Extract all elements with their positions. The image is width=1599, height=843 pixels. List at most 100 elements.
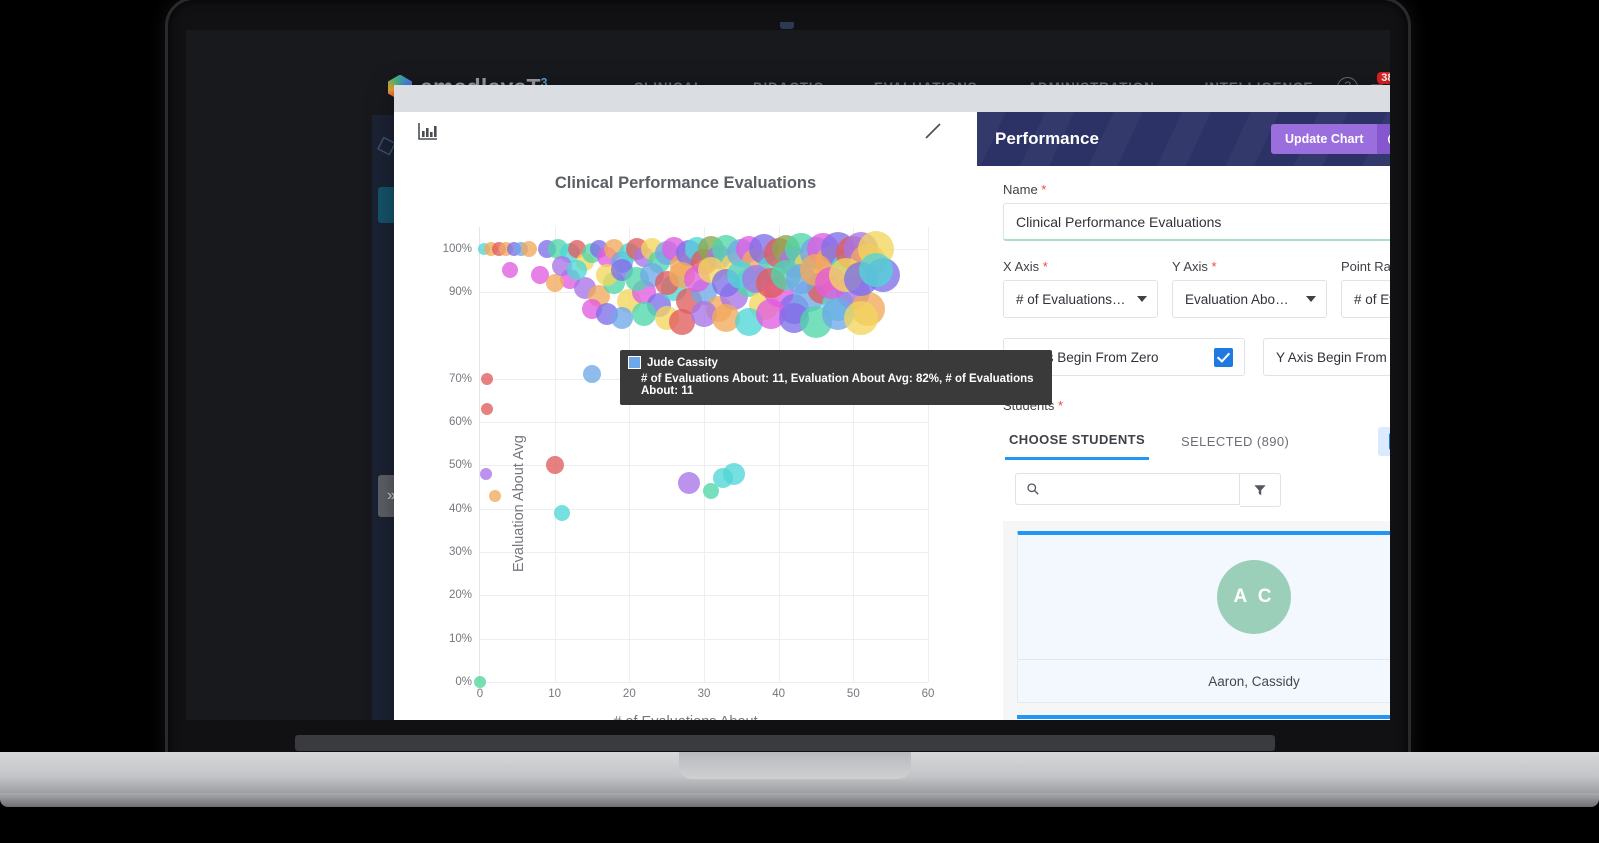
select-all-checkbox[interactable]: [1389, 433, 1390, 450]
tooltip-name: Jude Cassity: [647, 356, 718, 369]
modal-top-strip: [394, 85, 1390, 112]
x-axis-tick-label: 30: [697, 688, 711, 700]
axis-zero-row: X Axis Begin From Zero Y Axis Begin From…: [1003, 338, 1390, 376]
plot-grid: 0% 10% 20% 30% 40% 50% 60% 70% 90% 100% 0 10 20 30 40 5…: [443, 227, 934, 700]
tooltip-color-swatch: [628, 356, 641, 369]
chart-toolbar: [394, 112, 977, 154]
required-marker: *: [1037, 182, 1047, 197]
x-axis-select[interactable]: # of Evaluations…: [1003, 280, 1158, 318]
y-axis-select[interactable]: Evaluation Abo…: [1172, 280, 1327, 318]
x-axis-label: # of Evaluations About: [394, 714, 977, 720]
y-axis-label: Evaluation About Avg: [511, 435, 527, 572]
name-field-label: Name *: [1003, 182, 1390, 197]
scatter-point[interactable]: [481, 403, 494, 415]
chart-settings-pane: Performance Update Chart Save: [977, 112, 1390, 720]
chart-preview-pane: Clinical Performance Evaluations 0% 10% 20…: [394, 112, 1052, 720]
name-input[interactable]: [1003, 203, 1390, 241]
student-card-next[interactable]: [1017, 715, 1390, 720]
x-axis-tick-label: 40: [772, 688, 786, 700]
y-axis-field-label: Y Axis *: [1172, 259, 1327, 274]
name-label-text: Name: [1003, 182, 1038, 197]
panel-title: Performance: [995, 129, 1099, 148]
y-axis-tick-label: 70%: [448, 372, 472, 385]
scatter-point[interactable]: [520, 240, 537, 257]
student-card[interactable]: A C Aaron, Cassidy: [1017, 531, 1390, 703]
bar-chart-icon[interactable]: [417, 120, 439, 142]
search-icon: [1027, 483, 1039, 495]
settings-form: Name * X Axis * # of Evaluations…: [977, 166, 1390, 720]
y-axis-tick-label: 100%: [442, 242, 472, 255]
y-axis-tick-label: 0%: [455, 676, 472, 688]
chevron-down-icon: [1306, 296, 1316, 302]
scatter-point[interactable]: [632, 301, 657, 326]
x-axis-tick-label: 20: [622, 688, 636, 700]
y-axis-tick-label: 90%: [448, 286, 472, 298]
y-axis-tick-label: 30%: [448, 546, 472, 558]
y-axis-select-value: Evaluation Abo…: [1185, 291, 1289, 307]
panel-header: Performance Update Chart Save: [977, 112, 1390, 166]
point-radius-field-label: Point Radius: [1341, 259, 1390, 274]
y-axis-tick-label: 10%: [448, 632, 472, 645]
y-axis-tick-label: 60%: [448, 416, 472, 428]
y-axis-tick-label: 40%: [448, 502, 472, 515]
student-search-input[interactable]: [1047, 480, 1231, 498]
y-begin-zero-toggle[interactable]: Y Axis Begin From Zero: [1263, 338, 1390, 376]
x-axis-label-text: X Axis: [1003, 259, 1040, 274]
scatter-point[interactable]: [474, 676, 486, 688]
laptop-screen: emedleyeT3 CLINICAL DIDACTIC EVALUATIONS…: [186, 30, 1390, 720]
y-axis-label-text: Y Axis: [1172, 259, 1208, 274]
laptop-camera-notch: [780, 22, 794, 29]
scatter-point[interactable]: [583, 365, 601, 384]
scatter-point[interactable]: [678, 471, 701, 494]
scatter-point[interactable]: [554, 505, 571, 521]
laptop-base-lip: [0, 793, 1599, 807]
point-radius-select[interactable]: # of Evaluations…: [1341, 280, 1390, 318]
select-all-button[interactable]: SELECT ALL: [1378, 427, 1390, 456]
chart-title: Clinical Performance Evaluations: [554, 174, 817, 192]
update-chart-label[interactable]: Update Chart: [1271, 124, 1378, 154]
x-axis-tick-label: 0: [476, 688, 484, 700]
chevron-down-icon: [1137, 296, 1147, 302]
student-list[interactable]: A C Aaron, Cassidy: [1003, 521, 1390, 720]
scatter-point[interactable]: [501, 262, 518, 279]
x-axis-field-label: X Axis *: [1003, 259, 1158, 274]
x-axis-tick-label: 50: [846, 688, 860, 700]
point-radius-select-value: # of Evaluations…: [1354, 291, 1390, 307]
y-axis-tick-label: 50%: [448, 459, 472, 472]
chart-tooltip: Jude Cassity # of Evaluations About: 11,…: [620, 350, 1052, 405]
required-marker: *: [1207, 259, 1217, 274]
funnel-filter-icon: [1254, 485, 1266, 496]
x-begin-zero-checkbox[interactable]: [1214, 347, 1233, 367]
scatter-point[interactable]: [479, 468, 492, 480]
students-field-label: Students *: [1003, 398, 1390, 413]
notification-badge: 38: [1377, 71, 1390, 84]
update-chart-button[interactable]: Update Chart: [1271, 124, 1390, 154]
screenshot-stage: emedleyeT3 CLINICAL DIDACTIC EVALUATIONS…: [0, 0, 1599, 843]
tab-selected-students[interactable]: SELECTED (890): [1177, 434, 1293, 459]
chart-editor-modal: ✕: [394, 85, 1390, 720]
scatter-point[interactable]: [610, 307, 633, 329]
x-axis-select-value: # of Evaluations…: [1016, 291, 1126, 307]
required-marker: *: [1054, 398, 1063, 413]
scatter-point[interactable]: [545, 274, 564, 293]
gridline-horizontal: [480, 682, 928, 683]
student-name: Aaron, Cassidy: [1018, 659, 1390, 702]
scatter-point[interactable]: [488, 489, 501, 502]
tab-choose-students[interactable]: CHOOSE STUDENTS: [1005, 432, 1150, 460]
required-marker: *: [1039, 259, 1048, 274]
scatter-point[interactable]: [545, 456, 564, 475]
scatter-point[interactable]: [858, 253, 893, 288]
student-search-row: [1015, 473, 1390, 507]
expand-arrows-icon[interactable]: [922, 120, 944, 142]
student-search-field[interactable]: [1015, 473, 1240, 505]
scatter-plot: 0% 10% 20% 30% 40% 50% 60% 70% 90% 100% 0 10 20 30 40 5…: [443, 227, 934, 720]
scatter-point[interactable]: [722, 463, 745, 485]
x-axis-tick-label: 60: [921, 688, 935, 700]
scatter-point[interactable]: [843, 301, 878, 335]
student-avatar-area: A C: [1018, 535, 1390, 659]
refresh-icon[interactable]: [1377, 124, 1390, 154]
gridline-vertical: [554, 227, 556, 682]
scatter-point[interactable]: [481, 372, 494, 385]
y-begin-zero-label: Y Axis Begin From Zero: [1276, 349, 1390, 365]
filter-button[interactable]: [1240, 473, 1281, 507]
